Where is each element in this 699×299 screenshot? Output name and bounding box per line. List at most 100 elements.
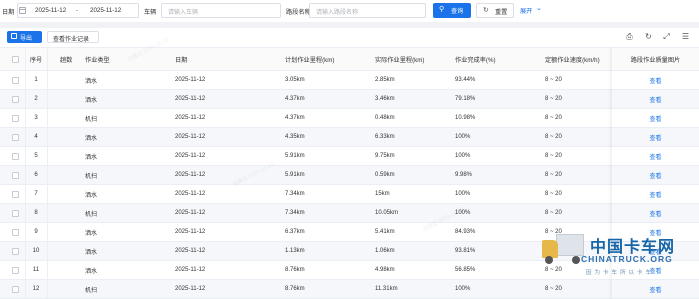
row-speed: 8 ~ 20: [545, 115, 562, 121]
row-checkbox[interactable]: [5, 261, 25, 279]
view-photos-link[interactable]: 查看: [612, 185, 699, 203]
row-work-type: 洒水: [85, 249, 98, 256]
row-planned-mileage: 4.37km: [285, 115, 305, 121]
expand-link[interactable]: 展开: [520, 6, 532, 15]
row-checkbox[interactable]: [5, 128, 25, 146]
view-records-label: 查看作业记录: [53, 37, 90, 43]
view-photos-link[interactable]: 查看: [612, 166, 699, 184]
row-checkbox[interactable]: [5, 71, 25, 89]
view-photos-link[interactable]: 查看: [612, 109, 699, 127]
reset-button-label: 重置: [495, 9, 508, 16]
row-completion-rate: 93.44%: [455, 77, 476, 83]
row-index: 3: [34, 115, 38, 121]
row-completion-rate: 100%: [455, 210, 471, 216]
row-actual-mileage: 5.41km: [375, 229, 395, 235]
filter-bar: 日期 2025-11-12 - 2025-11-12 车辆 请输入车辆 路段名称…: [0, 0, 699, 22]
view-photos-link[interactable]: 查看: [612, 147, 699, 165]
row-work-type: 机扫: [85, 173, 98, 180]
row-speed: 8 ~ 20: [545, 77, 562, 83]
chevron-down-icon[interactable]: ⌄: [536, 4, 542, 12]
view-records-button[interactable]: 查看作业记录: [47, 31, 99, 43]
row-date: 2025-11-12: [175, 286, 206, 292]
road-name-input[interactable]: 请输入路段名称: [309, 3, 426, 18]
row-actual-mileage: 15km: [375, 191, 390, 197]
row-planned-mileage: 4.37km: [285, 96, 305, 102]
truck-wheel: [572, 256, 580, 264]
header-photos: 路段作业质量图片: [630, 56, 681, 64]
row-planned-mileage: 3.05km: [285, 77, 305, 83]
table-row[interactable]: 3 机扫 2025-11-12 4.37km 0.48km 10.98% 8 ~ 20 查看: [0, 109, 699, 128]
row-completion-rate: 93.81%: [455, 248, 476, 254]
date-end: 2025-11-12: [90, 7, 122, 14]
checkbox-box: [11, 95, 19, 103]
row-actual-mileage: 1.06km: [375, 248, 395, 254]
column-settings-icon[interactable]: ☰: [680, 32, 691, 42]
row-checkbox[interactable]: [5, 166, 25, 184]
table-row[interactable]: 6 机扫 2025-11-12 5.91km 0.59km 9.98% 8 ~ 20 查看: [0, 166, 699, 185]
search-button[interactable]: ⚲ 查询: [433, 3, 471, 18]
view-photos-link[interactable]: 查看: [612, 204, 699, 222]
row-checkbox[interactable]: [5, 90, 25, 108]
search-icon: ⚲: [439, 6, 445, 13]
view-photos-link[interactable]: 查看: [612, 90, 699, 108]
refresh-icon[interactable]: ↻: [643, 32, 654, 42]
print-icon[interactable]: ⎙: [624, 32, 635, 42]
view-photos-link[interactable]: 查看: [612, 128, 699, 146]
table-row[interactable]: 8 机扫 2025-11-12 7.34km 10.05km 100% 8 ~ 20 查看: [0, 204, 699, 223]
header-speed: 定额作业速度(km/h): [545, 56, 600, 64]
row-checkbox[interactable]: [5, 109, 25, 127]
table-row[interactable]: 4 洒水 2025-11-12 4.35km 6.33km 100% 8 ~ 20 查看: [0, 128, 699, 147]
row-date: 2025-11-12: [175, 172, 206, 178]
table-row[interactable]: 7 洒水 2025-11-12 7.34km 15km 100% 8 ~ 20 查看: [0, 185, 699, 204]
row-checkbox[interactable]: [5, 242, 25, 260]
search-button-label: 查询: [451, 8, 464, 15]
row-date: 2025-11-12: [175, 248, 206, 254]
row-checkbox[interactable]: [5, 223, 25, 241]
road-label: 路段名称: [286, 9, 311, 16]
chinatruck-logo: 中国卡车网 CHINATRUCK.ORG 因为卡车所以卡车: [538, 230, 698, 290]
view-photos-link[interactable]: 查看: [612, 71, 699, 89]
row-planned-mileage: 1.13km: [285, 248, 305, 254]
fullscreen-icon[interactable]: ⤢: [661, 32, 672, 42]
checkbox-box: [11, 133, 19, 141]
row-checkbox[interactable]: [5, 185, 25, 203]
vehicle-input[interactable]: 请输入车辆: [161, 3, 281, 18]
row-actual-mileage: 6.33km: [375, 134, 395, 140]
truck-wheel: [545, 256, 553, 264]
checkbox-box: [11, 114, 19, 122]
row-completion-rate: 100%: [455, 191, 471, 197]
logo-slogan: 因为卡车所以卡车: [586, 270, 655, 276]
row-checkbox[interactable]: [5, 280, 25, 298]
row-planned-mileage: 8.76km: [285, 267, 305, 273]
row-index: 7: [34, 191, 38, 197]
header-actual-mileage: 实际作业里程(km): [375, 56, 425, 64]
row-actual-mileage: 9.75km: [375, 153, 395, 159]
row-work-type: 机扫: [85, 287, 98, 294]
export-button[interactable]: 导出: [7, 31, 42, 43]
date-range-picker[interactable]: 2025-11-12 - 2025-11-12: [17, 3, 139, 18]
row-date: 2025-11-12: [175, 153, 206, 159]
row-date: 2025-11-12: [175, 115, 206, 121]
checkbox-box: [11, 55, 19, 63]
row-date: 2025-11-12: [175, 267, 206, 273]
table-row[interactable]: 2 洒水 2025-11-12 4.37km 3.46km 79.18% 8 ~ 20 查看: [0, 90, 699, 109]
table-row[interactable]: 5 洒水 2025-11-12 5.91km 9.75km 100% 8 ~ 20 查看: [0, 147, 699, 166]
date-label: 日期: [2, 9, 15, 16]
checkbox-box: [11, 247, 19, 255]
table-row[interactable]: 1 洒水 2025-11-12 3.05km 2.85km 93.44% 8 ~ 20 查看: [0, 71, 699, 90]
row-work-type: 洒水: [85, 97, 98, 104]
row-speed: 8 ~ 20: [545, 210, 562, 216]
row-planned-mileage: 5.91km: [285, 172, 305, 178]
row-work-type: 机扫: [85, 116, 98, 123]
row-checkbox[interactable]: [5, 147, 25, 165]
row-index: 6: [34, 172, 38, 178]
row-speed: 8 ~ 20: [545, 153, 562, 159]
row-completion-rate: 56.85%: [455, 267, 476, 273]
row-date: 2025-11-12: [175, 191, 206, 197]
row-index: 2: [34, 96, 38, 102]
row-index: 9: [34, 229, 38, 235]
row-checkbox[interactable]: [5, 204, 25, 222]
select-all-checkbox[interactable]: [5, 48, 25, 70]
header-planned-mileage: 计划作业里程(km): [285, 56, 335, 64]
reset-button[interactable]: ↻ 重置: [476, 3, 514, 18]
